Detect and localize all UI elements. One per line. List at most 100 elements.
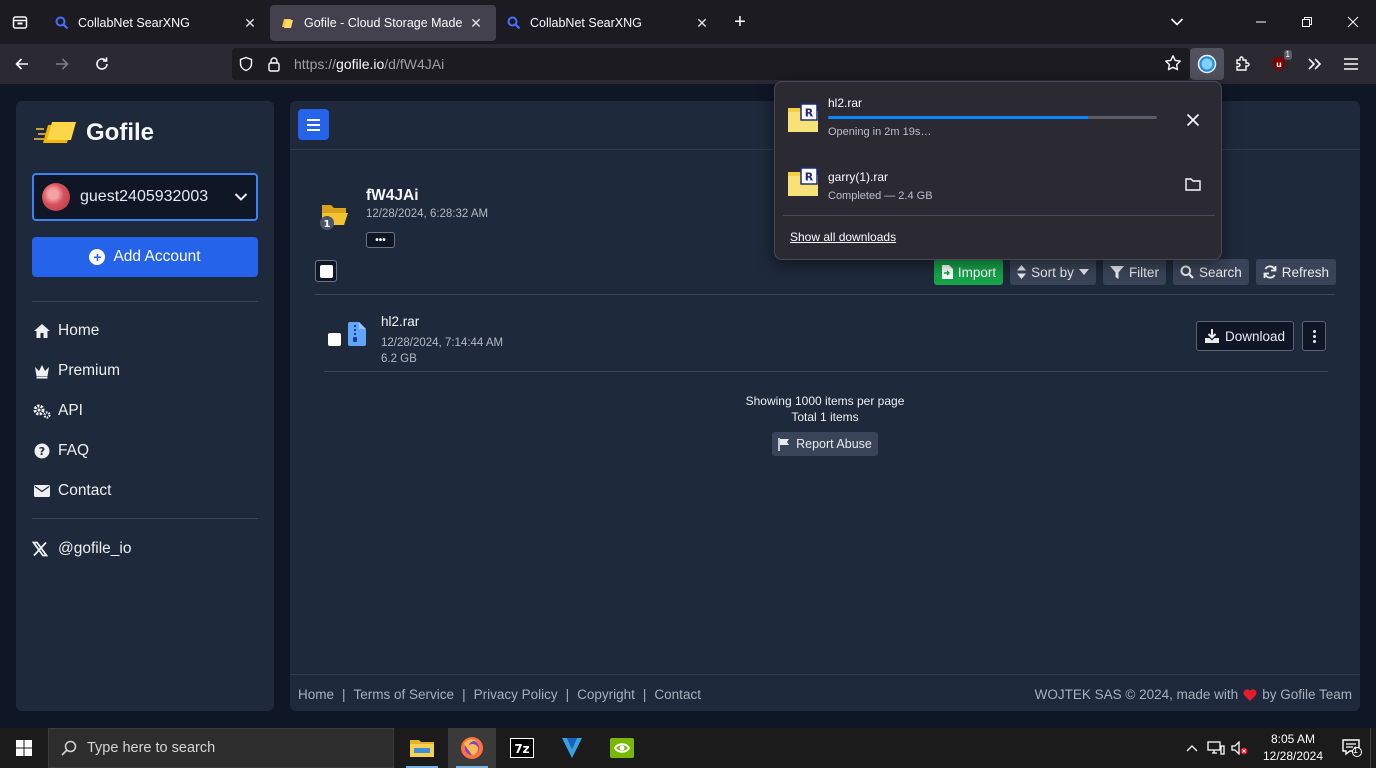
tab-searxng-2[interactable]: CollabNet SearXNG ✕ [496, 5, 722, 41]
footer-link-privacy[interactable]: Privacy Policy [474, 687, 558, 702]
question-icon: ? [32, 441, 52, 461]
nvidia-icon [610, 738, 634, 758]
url-scheme: https:// [294, 56, 337, 72]
sidebar-item-label: FAQ [58, 442, 90, 459]
extension-badge: 1 [1283, 50, 1292, 60]
downloads-button[interactable] [1190, 48, 1224, 80]
download-item[interactable]: R hl2.rar Opening in 2m 19s… [783, 88, 1215, 152]
account-select[interactable]: guest2405932003 [32, 173, 258, 221]
home-icon [32, 321, 52, 341]
import-button[interactable]: Import [933, 259, 1004, 285]
folder-more-button[interactable]: ••• [366, 232, 395, 248]
taskbar-search[interactable]: Type here to search [48, 728, 394, 768]
tab-title: Gofile - Cloud Storage Made Simple [304, 16, 466, 30]
close-icon[interactable]: ✕ [692, 13, 712, 33]
arrow-left-icon [15, 58, 28, 70]
tab-searxng-1[interactable]: CollabNet SearXNG ✕ [44, 5, 270, 41]
select-all-checkbox[interactable] [315, 260, 337, 282]
list-all-tabs-button[interactable] [1164, 0, 1190, 44]
close-window-button[interactable] [1330, 0, 1376, 44]
download-icon [1204, 329, 1219, 343]
address-bar[interactable]: https://gofile.io/d/fW4JAi [232, 48, 1190, 80]
sidebar-item-contact[interactable]: Contact [32, 471, 258, 511]
taskbar-firefox[interactable] [448, 728, 496, 768]
taskbar-app-blue[interactable] [548, 728, 596, 768]
minimize-button[interactable] [1238, 0, 1284, 44]
sidebar-item-faq[interactable]: ? FAQ [32, 431, 258, 471]
file-name[interactable]: hl2.rar [381, 314, 419, 329]
sort-button[interactable]: Sort by [1010, 259, 1096, 285]
volume-muted-icon [1231, 741, 1248, 755]
refresh-button[interactable]: Refresh [1255, 259, 1336, 285]
sidebar-item-api[interactable]: API [32, 391, 258, 431]
close-icon [1186, 113, 1200, 127]
total-items-text: Total 1 items [791, 410, 859, 424]
close-icon[interactable]: ✕ [240, 13, 260, 33]
avatar [42, 183, 70, 211]
reload-button[interactable] [84, 48, 120, 80]
footer-link-terms[interactable]: Terms of Service [354, 687, 455, 702]
new-tab-button[interactable]: + [722, 4, 758, 40]
hamburger-icon [307, 123, 320, 126]
restore-button[interactable] [1284, 0, 1330, 44]
shield-icon[interactable] [232, 48, 260, 80]
ublock-button[interactable]: u 1 [1262, 48, 1296, 80]
folder-open-icon: 1 [320, 205, 348, 230]
gofile-logo[interactable]: Gofile [34, 117, 154, 149]
extensions-button[interactable] [1226, 48, 1260, 80]
download-item[interactable]: R garry(1).rar Completed — 2.4 GB [783, 152, 1215, 216]
footer-link-contact[interactable]: Contact [654, 687, 701, 702]
sort-label: Sort by [1031, 264, 1074, 280]
notification-count: 1 [1353, 745, 1359, 755]
taskbar-7zip[interactable]: 7z [498, 728, 546, 768]
app-logo-icon [562, 738, 582, 758]
double-chevron-icon [1308, 58, 1322, 70]
show-in-folder-button[interactable] [1179, 170, 1207, 198]
notification-icon [1342, 739, 1362, 757]
sidebar-item-premium[interactable]: Premium [32, 351, 258, 391]
divider [783, 215, 1215, 216]
chevron-down-icon [226, 192, 256, 202]
search-button[interactable]: Search [1172, 259, 1249, 285]
show-desktop-button[interactable] [1370, 728, 1376, 768]
file-menu-button[interactable] [1302, 321, 1326, 351]
sidebar-item-home[interactable]: Home [32, 311, 258, 351]
back-button[interactable] [4, 48, 40, 80]
footer-link-copyright[interactable]: Copyright [577, 687, 635, 702]
footer-copyright: WOJTEK SAS © 2024, made with [1034, 687, 1239, 702]
firefox-view-button[interactable] [0, 0, 40, 44]
separator: | [642, 687, 647, 702]
download-name: hl2.rar [828, 96, 863, 110]
taskbar-clock[interactable]: 8:05 AM 12/28/2024 [1258, 731, 1328, 765]
network-button[interactable] [1204, 728, 1228, 768]
start-button[interactable] [0, 728, 48, 768]
volume-button[interactable] [1228, 728, 1252, 768]
show-all-downloads-link[interactable]: Show all downloads [790, 230, 896, 244]
lock-icon[interactable] [260, 48, 288, 80]
separator: | [342, 687, 346, 702]
report-abuse-button[interactable]: Report Abuse [772, 432, 878, 456]
tab-title: CollabNet SearXNG [78, 16, 190, 30]
filter-button[interactable]: Filter [1102, 259, 1166, 285]
show-hidden-icons-button[interactable] [1180, 728, 1204, 768]
file-checkbox[interactable] [328, 333, 341, 346]
hamburger-icon [307, 118, 320, 121]
add-account-button[interactable]: + Add Account [32, 237, 258, 277]
notification-center-button[interactable]: 1 [1334, 728, 1370, 768]
sidebar-item-twitter[interactable]: @gofile_io [32, 529, 131, 569]
cancel-download-button[interactable] [1179, 106, 1207, 134]
url-text[interactable]: https://gofile.io/d/fW4JAi [294, 56, 444, 72]
download-button[interactable]: Download [1196, 321, 1294, 351]
kebab-dot [1312, 334, 1316, 338]
tab-gofile[interactable]: Gofile - Cloud Storage Made Simple ✕ [270, 5, 496, 41]
app-menu-button[interactable] [1334, 48, 1368, 80]
taskbar-nvidia[interactable] [598, 728, 646, 768]
bookmark-star-icon[interactable] [1164, 54, 1182, 75]
forward-button[interactable] [44, 48, 80, 80]
refresh-icon [1263, 265, 1277, 279]
more-tools-button[interactable] [1298, 48, 1332, 80]
footer-link-home[interactable]: Home [298, 687, 334, 702]
menu-toggle-button[interactable] [298, 109, 329, 140]
taskbar-file-explorer[interactable] [398, 728, 446, 768]
close-icon[interactable]: ✕ [466, 13, 486, 33]
